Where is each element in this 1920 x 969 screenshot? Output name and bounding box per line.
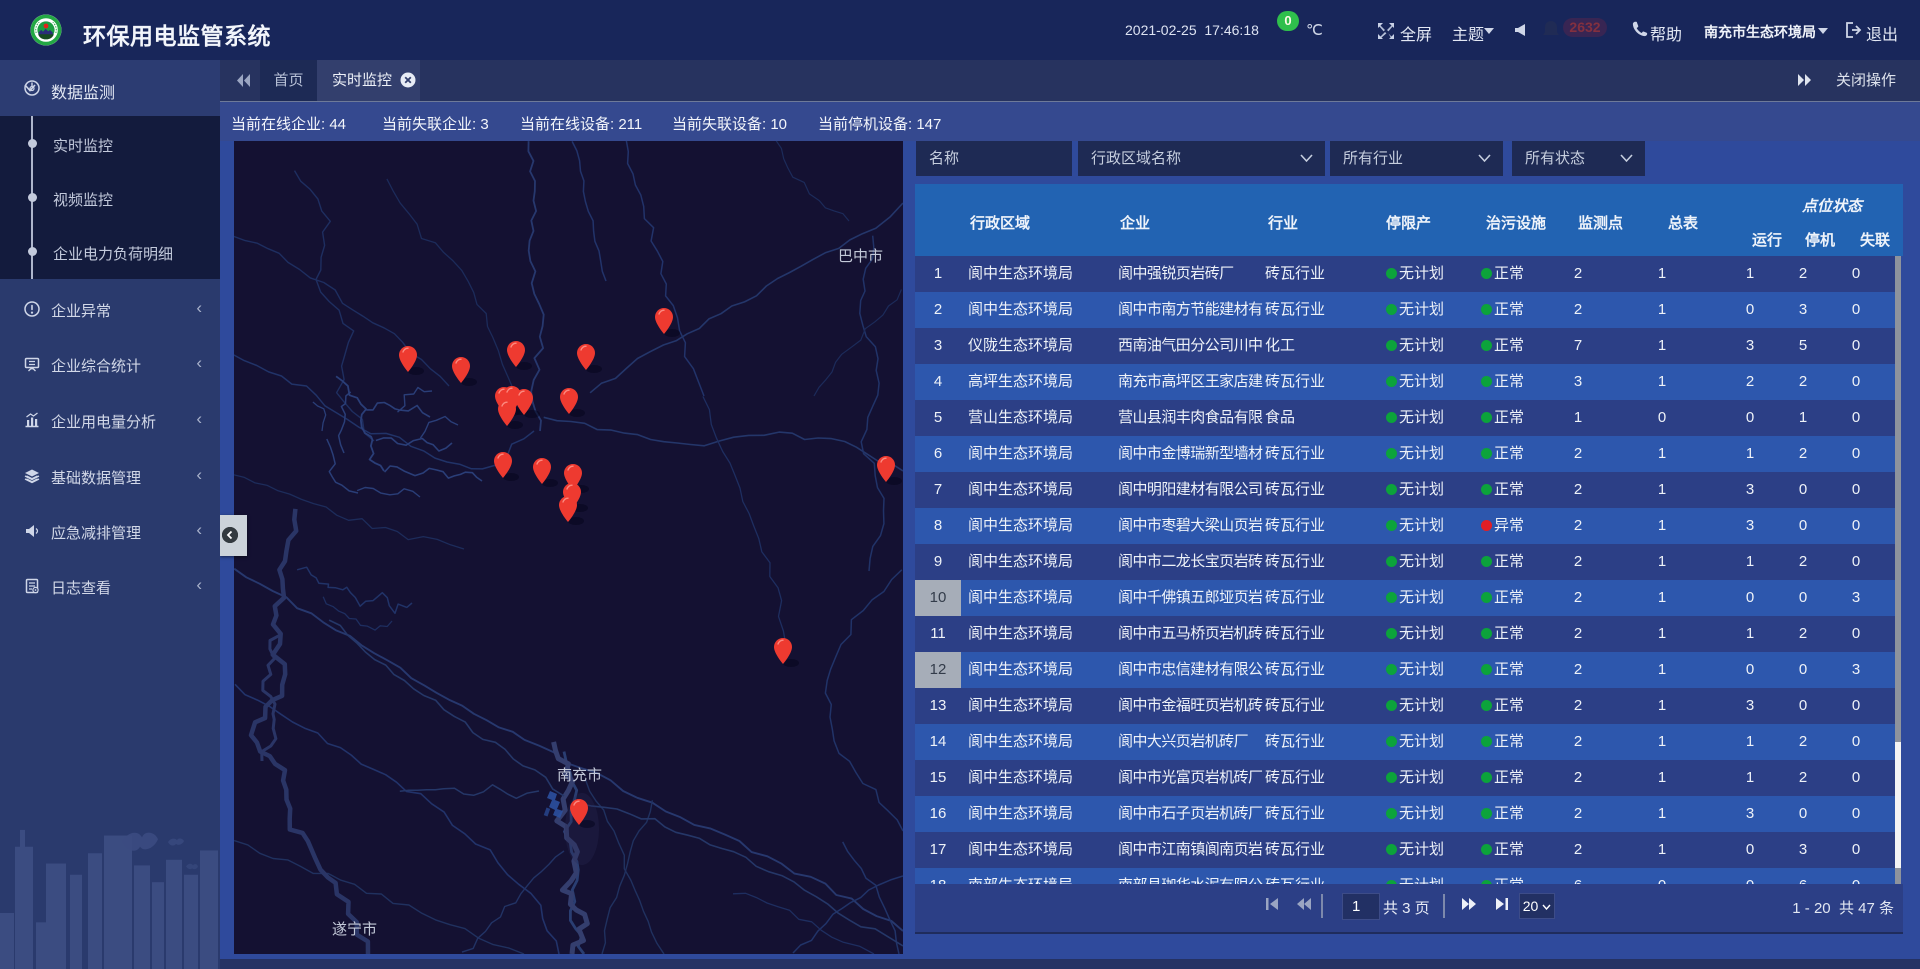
- svg-text:遂宁市: 遂宁市: [332, 921, 377, 938]
- svg-text:巴中市: 巴中市: [838, 248, 883, 265]
- svg-text:南充市: 南充市: [557, 767, 602, 784]
